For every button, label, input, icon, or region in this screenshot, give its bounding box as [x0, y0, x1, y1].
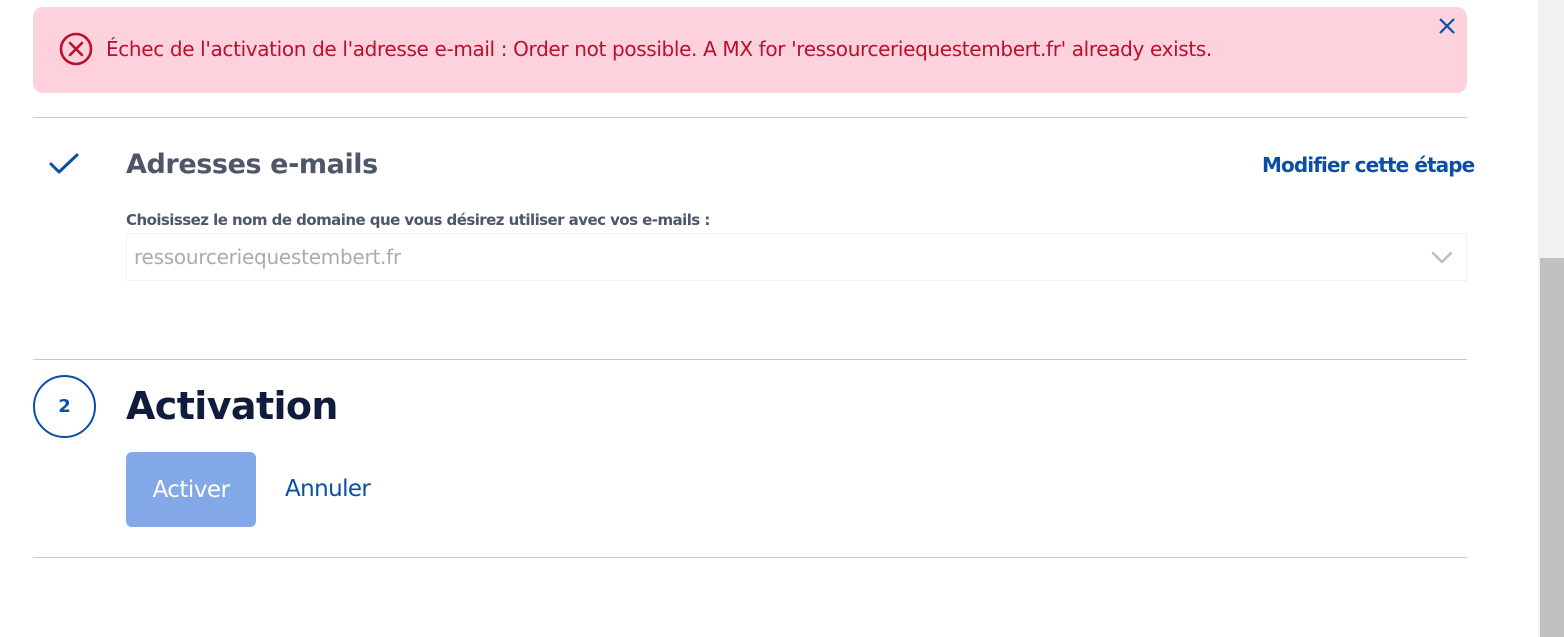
step-number-badge: 2 — [33, 375, 96, 438]
error-message: Échec de l'activation de l'adresse e-mai… — [106, 37, 1212, 61]
modify-step-link[interactable]: Modifier cette étape — [1262, 151, 1475, 179]
divider — [33, 117, 1467, 118]
scrollbar-thumb[interactable] — [1540, 258, 1564, 637]
close-icon[interactable] — [1438, 17, 1456, 35]
divider — [33, 557, 1467, 558]
activate-button[interactable]: Activer — [126, 452, 256, 527]
step-title: Activation — [126, 384, 338, 428]
step-number: 2 — [58, 396, 71, 417]
cancel-button[interactable]: Annuler — [285, 473, 371, 505]
domain-select-value: ressourceriequestembert.fr — [134, 245, 401, 269]
step-title: Adresses e-mails — [126, 149, 378, 180]
checkmark-icon — [49, 153, 79, 174]
error-alert: Échec de l'activation de l'adresse e-mai… — [33, 7, 1467, 93]
divider — [33, 359, 1467, 360]
domain-select-label: Choisissez le nom de domaine que vous dé… — [126, 211, 710, 229]
domain-select[interactable]: ressourceriequestembert.fr — [126, 233, 1467, 281]
chevron-down-icon — [1431, 251, 1453, 264]
error-circle-icon — [59, 32, 93, 66]
